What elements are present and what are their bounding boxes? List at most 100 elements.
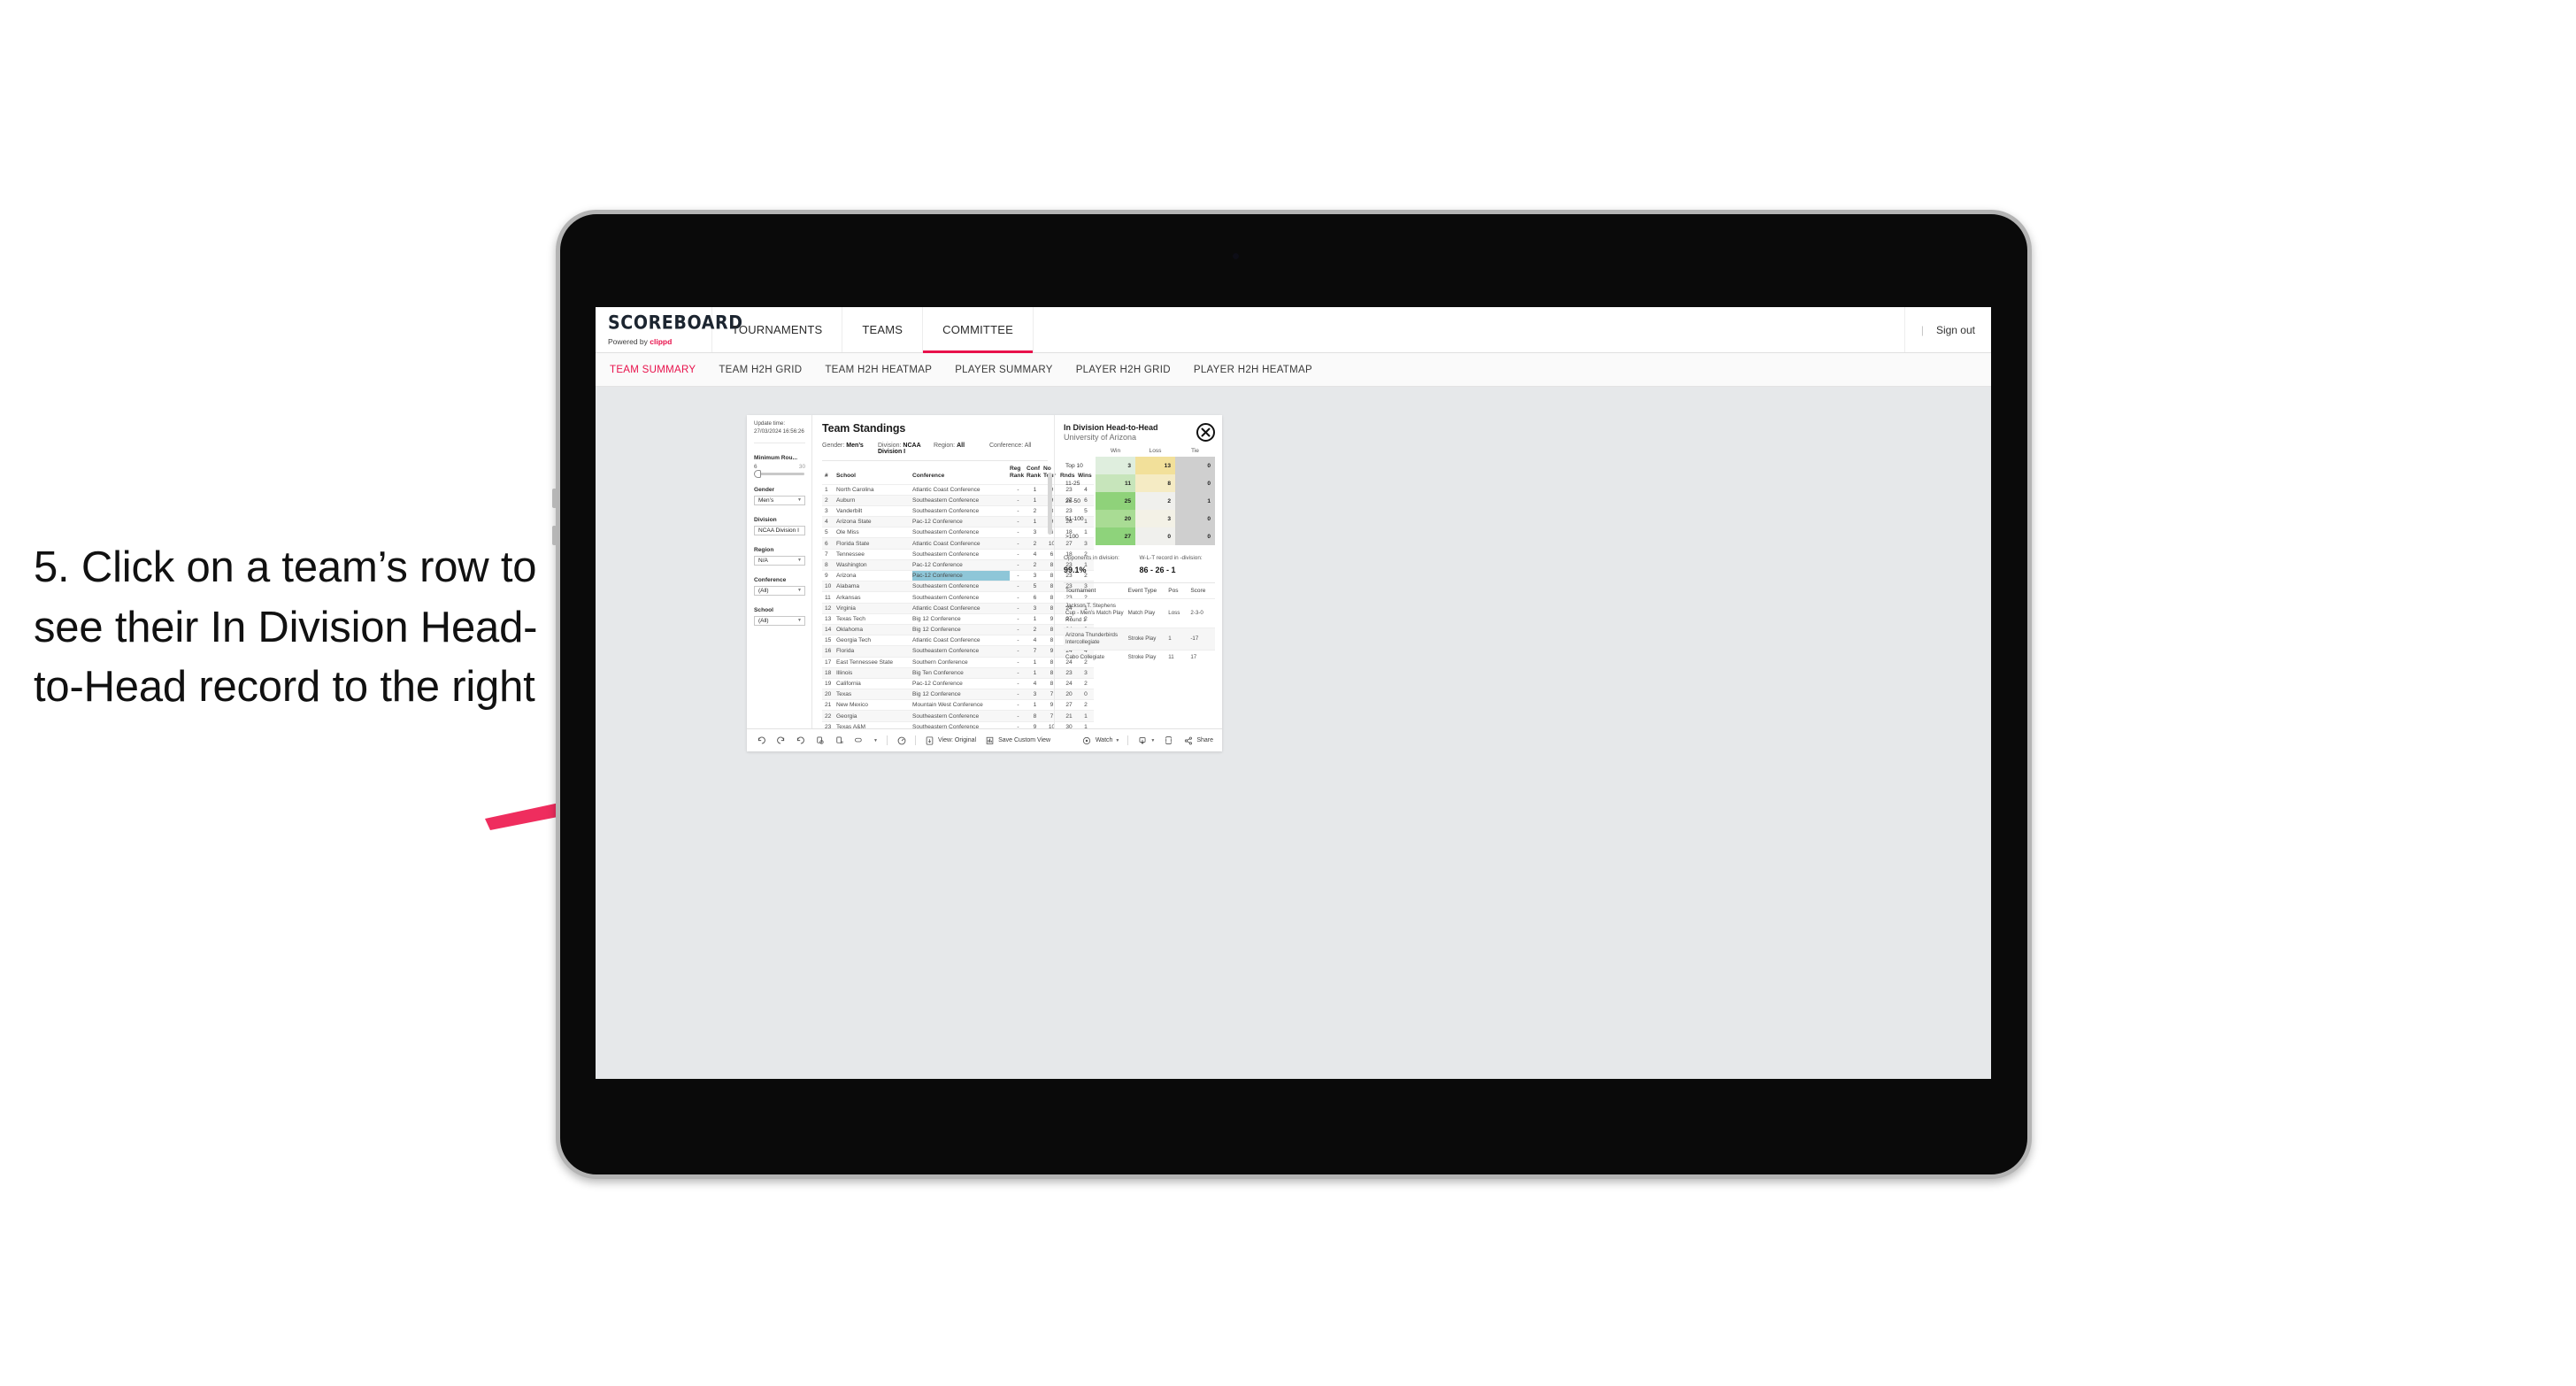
- tournament-table-head: Tournament Event Type Pos Score: [1064, 583, 1215, 599]
- volume-button-2[interactable]: [552, 526, 557, 545]
- table-row[interactable]: 2AuburnSoutheastern Conference-19276: [822, 494, 1094, 506]
- cell-pos: 1: [1166, 628, 1189, 651]
- revert-icon[interactable]: [795, 735, 806, 746]
- cell-conf-rank: 3: [1027, 570, 1043, 581]
- dashboard-canvas: Update time: 27/03/2024 16:56:26 Minimum…: [596, 387, 1991, 1079]
- slider-handle[interactable]: [754, 469, 761, 478]
- col-event-type[interactable]: Event Type: [1127, 583, 1167, 599]
- h2h-col-loss: Loss: [1149, 448, 1162, 454]
- filter-school: School (All) ▼: [754, 607, 805, 626]
- tab-player-h2h-grid[interactable]: PLAYER H2H GRID: [1076, 365, 1171, 375]
- cell-conference: Southeastern Conference: [912, 527, 1010, 538]
- view-original-button[interactable]: View: Original: [924, 735, 976, 746]
- col-conf-rank[interactable]: Conf Rank: [1027, 461, 1043, 484]
- close-icon[interactable]: [1196, 423, 1215, 442]
- download-button[interactable]: ▼: [1136, 735, 1155, 746]
- h2h-col-win: Win: [1110, 448, 1121, 454]
- dropdown-caret-icon[interactable]: ▼: [873, 735, 879, 746]
- table-row[interactable]: 3VanderbiltSoutheastern Conference-28235: [822, 504, 1094, 517]
- cell-school: Illinois: [836, 666, 912, 679]
- table-row[interactable]: 11 Arkansas Southeastern Conference -6 8 23 2: [822, 591, 1094, 604]
- school-select[interactable]: (All) ▼: [754, 615, 805, 626]
- col-pos[interactable]: Pos: [1166, 583, 1188, 599]
- table-row[interactable]: 23 Texas A&M Southeastern Conference -9 10 30…: [822, 720, 1094, 728]
- nav-item-tournaments[interactable]: TOURNAMENTS: [712, 307, 843, 352]
- standings-table-head: # School Conference RegRank ConfRank NoT…: [822, 461, 1094, 484]
- watch-button[interactable]: Watch ▼: [1081, 735, 1119, 746]
- col-score[interactable]: Score: [1188, 583, 1215, 599]
- cell-rank: 22: [822, 710, 836, 722]
- table-row[interactable]: 13 Texas Tech Big 12 Conference -1 9 27 2: [822, 612, 1094, 625]
- table-row[interactable]: 21 New Mexico Mountain West Conference -1 9 2…: [822, 699, 1094, 711]
- table-row[interactable]: 20 Texas Big 12 Conference -3 7 20 0: [822, 689, 1094, 700]
- cell-tournament-name: Jackson T. Stephens Cup - Men’s Match Pl…: [1064, 597, 1127, 628]
- undo-icon[interactable]: [756, 735, 767, 746]
- device-preview-icon[interactable]: [896, 735, 907, 746]
- tournament-row[interactable]: Cabo Collegiate Stroke Play 11 17: [1064, 650, 1215, 666]
- table-row[interactable]: 16 Florida Southeastern Conference -7 9 24 4: [822, 645, 1094, 658]
- minimum-rounds-slider[interactable]: [754, 469, 804, 478]
- conference-select[interactable]: (All) ▼: [754, 585, 805, 596]
- tournament-row[interactable]: Jackson T. Stephens Cup - Men’s Match Pl…: [1064, 597, 1215, 628]
- table-row[interactable]: 5Ole MissSoutheastern Conference-36181: [822, 527, 1094, 538]
- refresh-data-icon[interactable]: [814, 735, 826, 746]
- table-row[interactable]: 7 Tennessee Southeastern Conference -4 6 18 2: [822, 548, 1094, 560]
- h2h-tie-cell: 0: [1175, 474, 1215, 492]
- cell-reg-rank: -: [1010, 537, 1027, 550]
- summary-conference: Conference: All: [989, 443, 1045, 455]
- col-rank[interactable]: #: [822, 461, 836, 484]
- table-row[interactable]: 8 Washington Pac-12 Conference -2 8 23 1: [822, 558, 1094, 571]
- table-row[interactable]: 9 Arizona Pac-12 Conference -3 8 23 2: [822, 570, 1094, 581]
- nav-item-teams[interactable]: TEAMS: [842, 307, 924, 352]
- table-row[interactable]: 1 North Carolina Atlantic Coast Conference…: [822, 483, 1094, 496]
- cell-conf-rank: 4: [1027, 635, 1043, 646]
- signout-area[interactable]: | Sign out: [1905, 307, 1991, 352]
- vertical-scrollbar-thumb[interactable]: [1048, 473, 1052, 535]
- gender-select[interactable]: Men’s ▼: [754, 495, 805, 505]
- h2h-loss-cell: 2: [1135, 492, 1175, 510]
- division-select[interactable]: NCAA Division I: [754, 525, 805, 535]
- nav-item-committee[interactable]: COMMITTEE: [923, 307, 1034, 353]
- front-camera-icon: [1233, 253, 1239, 259]
- redo-icon[interactable]: [775, 735, 787, 746]
- cell-school: Georgia Tech: [836, 635, 912, 646]
- tab-player-h2h-heatmap[interactable]: PLAYER H2H HEATMAP: [1194, 365, 1312, 375]
- rectangle-select-icon[interactable]: [853, 735, 865, 746]
- summary-region-value: All: [957, 443, 965, 449]
- save-custom-view-button[interactable]: Save Custom View: [984, 735, 1050, 746]
- cell-reg-rank: -: [1010, 483, 1027, 496]
- region-select[interactable]: N/A ▼: [754, 555, 805, 566]
- brand-logo[interactable]: SCOREBOARD Powered by clippd: [596, 307, 742, 352]
- table-row[interactable]: 19 California Pac-12 Conference -4 8 24 2: [822, 677, 1094, 689]
- cell-reg-rank: -: [1010, 581, 1027, 592]
- cell-tournament-name: Cabo Collegiate: [1064, 650, 1127, 666]
- h2h-loss-cell: 13: [1135, 457, 1175, 474]
- table-row[interactable]: 22 Georgia Southeastern Conference -8 7 21 1: [822, 710, 1094, 722]
- table-row[interactable]: 4Arizona StatePac-12 Conference-19261: [822, 516, 1094, 527]
- col-tournament[interactable]: Tournament: [1064, 583, 1127, 599]
- h2h-header-row: Win Loss Tie: [1064, 448, 1215, 457]
- tournament-row[interactable]: Arizona Thunderbirds Intercollegiate Stro…: [1064, 628, 1215, 651]
- table-row[interactable]: 17 East Tennessee State Southern Conferenc…: [822, 656, 1094, 668]
- tab-team-summary[interactable]: TEAM SUMMARY: [610, 365, 696, 375]
- signout-link[interactable]: Sign out: [1936, 324, 1975, 336]
- pause-icon[interactable]: [834, 735, 845, 746]
- tab-player-summary[interactable]: PLAYER SUMMARY: [955, 365, 1053, 375]
- tournament-results-table: Tournament Event Type Pos Score Jackson …: [1064, 582, 1215, 666]
- summary-region-label: Region:: [934, 443, 956, 449]
- col-conference[interactable]: Conference: [912, 461, 1010, 484]
- table-row[interactable]: 6 Florida State Atlantic Coast Conference -…: [822, 537, 1094, 550]
- share-button[interactable]: Share: [1182, 735, 1213, 746]
- table-row[interactable]: 12 Virginia Atlantic Coast Conference -3 8 24…: [822, 602, 1094, 614]
- table-row[interactable]: 14OklahomaBig 12 Conference-28242: [822, 623, 1094, 635]
- table-row[interactable]: 15 Georgia Tech Atlantic Coast Conference -…: [822, 635, 1094, 646]
- fullscreen-icon[interactable]: [1163, 735, 1174, 746]
- table-row[interactable]: 18 Illinois Big Ten Conference -1 8 23 3: [822, 666, 1094, 679]
- tab-team-h2h-heatmap[interactable]: TEAM H2H HEATMAP: [825, 365, 932, 375]
- col-reg-rank[interactable]: Reg Rank: [1010, 461, 1027, 484]
- col-school[interactable]: School: [836, 461, 912, 484]
- tab-team-h2h-grid[interactable]: TEAM H2H GRID: [719, 365, 802, 375]
- volume-button[interactable]: [552, 489, 557, 508]
- table-row[interactable]: 10 Alabama Southeastern Conference -5 8 23 3: [822, 581, 1094, 592]
- h2h-table-body: Top 10 3 13 0 11-25 11 8 0 26-50 25 2 1 51-100 20 3 0 >1…: [1064, 457, 1215, 545]
